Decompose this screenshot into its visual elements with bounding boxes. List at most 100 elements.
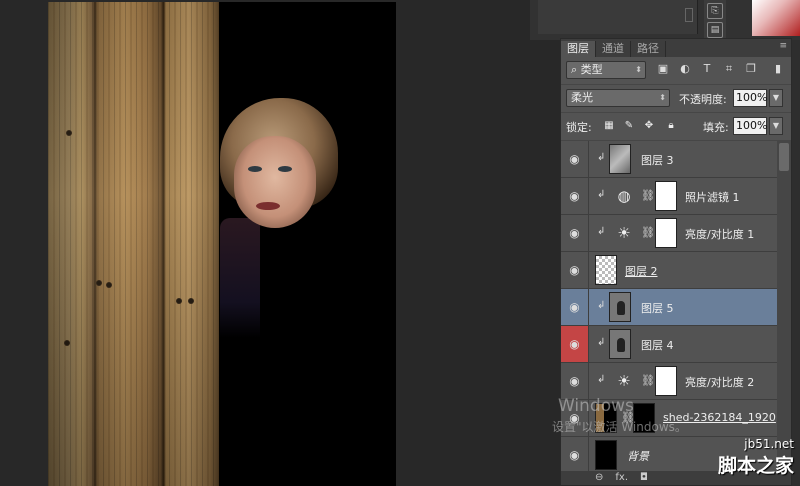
visibility-eye-icon[interactable]: ◉ bbox=[561, 326, 589, 362]
link-chain-icon[interactable]: ⛓ bbox=[641, 374, 655, 387]
filter-kind-value: 类型 bbox=[580, 63, 603, 76]
color-picker[interactable] bbox=[752, 0, 800, 36]
nail-hole bbox=[176, 298, 182, 304]
link-chain-icon[interactable]: ⛓ bbox=[641, 226, 655, 239]
image-filter-icon[interactable]: ▣ bbox=[656, 62, 670, 76]
visibility-eye-icon[interactable]: ◉ bbox=[561, 215, 589, 251]
link-chain-icon[interactable]: ⛓ bbox=[641, 189, 655, 202]
visibility-eye-icon[interactable]: ◉ bbox=[561, 437, 589, 471]
layer-row[interactable]: ◉ ↲ ☀ ⛓ 亮度/对比度 2 bbox=[561, 363, 777, 400]
brightness-contrast-adjustment-icon: ☀ bbox=[613, 366, 635, 396]
child-body bbox=[220, 218, 260, 338]
child-peeking-image bbox=[220, 98, 340, 338]
lock-label: 锁定: bbox=[566, 121, 592, 134]
document-canvas[interactable] bbox=[48, 2, 396, 486]
visibility-eye-icon[interactable]: ◉ bbox=[561, 141, 589, 177]
lock-paint-icon[interactable]: ✎ bbox=[623, 120, 635, 132]
layers-panel: 图层 通道 路径 ≡ ⌕ 类型 ⬍ ▣ ◐ T ⌗ ❐ ▮ 柔光 ⬍ 不透明度:… bbox=[560, 38, 792, 486]
properties-icon[interactable]: ▤ bbox=[707, 22, 723, 38]
fill-input[interactable]: 100% bbox=[733, 117, 767, 135]
lock-row: 锁定: ▦ ✎ ✥ 🔒︎ 填充: 100% ▼ bbox=[561, 113, 791, 141]
layer-thumbnail bbox=[595, 440, 617, 470]
tab-channels[interactable]: 通道 bbox=[596, 41, 631, 57]
search-icon: ⌕ bbox=[571, 63, 578, 76]
layer-mask-thumbnail[interactable] bbox=[633, 403, 655, 433]
layer-name[interactable]: 图层 4 bbox=[641, 337, 674, 353]
layer-thumbnail bbox=[595, 403, 617, 433]
link-icon[interactable]: ⊖ bbox=[595, 471, 603, 485]
layer-row[interactable]: ◉ ↲ ☀ ⛓ 亮度/对比度 1 bbox=[561, 215, 777, 252]
layer-name[interactable]: 图层 2 bbox=[625, 263, 658, 279]
filter-row: ⌕ 类型 ⬍ ▣ ◐ T ⌗ ❐ ▮ bbox=[561, 57, 791, 85]
tab-layers[interactable]: 图层 bbox=[561, 41, 596, 57]
clipping-arrow-icon: ↲ bbox=[597, 300, 606, 311]
layer-mask-thumbnail[interactable] bbox=[655, 181, 677, 211]
layer-row[interactable]: ◉ ⛓ shed-2362184_1920 bbox=[561, 400, 777, 437]
visibility-eye-icon[interactable]: ◉ bbox=[561, 252, 589, 288]
photo-filter-adjustment-icon: ◍ bbox=[613, 181, 635, 211]
lock-move-icon[interactable]: ✥ bbox=[643, 120, 655, 132]
layer-name[interactable]: 图层 3 bbox=[641, 152, 674, 168]
panel-menu-icon[interactable]: ≡ bbox=[779, 41, 787, 51]
clipping-arrow-icon: ↲ bbox=[597, 337, 606, 348]
chevron-updown-icon: ⬍ bbox=[635, 65, 642, 74]
lock-all-icon[interactable]: 🔒︎ bbox=[665, 120, 677, 132]
chevron-updown-icon: ⬍ bbox=[659, 93, 666, 102]
visibility-eye-icon[interactable]: ◉ bbox=[561, 289, 589, 325]
layer-name[interactable]: shed-2362184_1920 bbox=[663, 411, 776, 424]
opacity-label: 不透明度: bbox=[679, 93, 727, 106]
layer-name[interactable]: 照片滤镜 1 bbox=[685, 189, 740, 205]
layer-name[interactable]: 图层 5 bbox=[641, 300, 674, 316]
layer-mask-thumbnail[interactable] bbox=[655, 218, 677, 248]
filter-kind-select[interactable]: ⌕ 类型 ⬍ bbox=[566, 61, 646, 79]
visibility-eye-icon[interactable]: ◉ bbox=[561, 400, 589, 436]
visibility-eye-icon[interactable]: ◉ bbox=[561, 178, 589, 214]
layer-mask-thumbnail[interactable] bbox=[655, 366, 677, 396]
layer-row[interactable]: ◉ ↲ 图层 4 bbox=[561, 326, 777, 363]
adjustment-filter-icon[interactable]: ◐ bbox=[678, 62, 692, 76]
layer-thumbnail bbox=[609, 292, 631, 322]
brightness-contrast-adjustment-icon: ☀ bbox=[613, 218, 635, 248]
layer-name[interactable]: 亮度/对比度 2 bbox=[685, 374, 754, 390]
watermark-name: 脚本之家 bbox=[717, 455, 794, 477]
opacity-input[interactable]: 100% bbox=[733, 89, 767, 107]
child-face bbox=[234, 136, 316, 228]
layer-list: ◉ ↲ 图层 3 ◉ ↲ ◍ ⛓ 照片滤镜 1 ◉ ↲ ☀ ⛓ 亮度/对比度 1… bbox=[561, 141, 777, 471]
clipping-arrow-icon: ↲ bbox=[597, 189, 606, 200]
mask-icon[interactable]: ◘ bbox=[640, 471, 648, 485]
visibility-eye-icon[interactable]: ◉ bbox=[561, 363, 589, 399]
opacity-dropdown-icon[interactable]: ▼ bbox=[769, 89, 783, 107]
tab-paths[interactable]: 路径 bbox=[631, 41, 666, 57]
history-icon[interactable]: ⎘ bbox=[707, 3, 723, 19]
site-watermark: jb51.net 脚本之家 bbox=[718, 437, 794, 478]
shape-filter-icon[interactable]: ⌗ bbox=[722, 62, 736, 76]
layer-row[interactable]: ◉ ↲ ◍ ⛓ 照片滤镜 1 bbox=[561, 178, 777, 215]
canvas-workspace[interactable] bbox=[0, 0, 560, 486]
scrollbar[interactable] bbox=[685, 8, 693, 22]
filter-toggle-icon[interactable]: ▮ bbox=[771, 62, 785, 76]
layer-row[interactable]: ◉ 图层 2 bbox=[561, 252, 777, 289]
layers-scrollbar[interactable] bbox=[777, 141, 791, 471]
child-eye bbox=[248, 166, 262, 172]
layer-name[interactable]: 亮度/对比度 1 bbox=[685, 226, 754, 242]
nail-hole bbox=[188, 298, 194, 304]
blend-row: 柔光 ⬍ 不透明度: 100% ▼ bbox=[561, 85, 791, 113]
smart-object-filter-icon[interactable]: ❐ bbox=[744, 62, 758, 76]
scrollbar-thumb[interactable] bbox=[779, 143, 789, 171]
lock-transparent-icon[interactable]: ▦ bbox=[603, 120, 615, 132]
panel-tabs: 图层 通道 路径 ≡ bbox=[561, 39, 791, 57]
type-filter-icon[interactable]: T bbox=[700, 62, 714, 76]
layer-name[interactable]: 背景 bbox=[627, 448, 649, 464]
fill-label: 填充: bbox=[703, 121, 729, 134]
nail-hole bbox=[96, 280, 102, 286]
nail-hole bbox=[66, 130, 72, 136]
layer-row[interactable]: ◉ ↲ 图层 3 bbox=[561, 141, 777, 178]
clipping-arrow-icon: ↲ bbox=[597, 226, 606, 237]
fill-dropdown-icon[interactable]: ▼ bbox=[769, 117, 783, 135]
layer-thumbnail bbox=[609, 144, 631, 174]
child-mouth bbox=[256, 202, 280, 210]
layer-thumbnail bbox=[595, 255, 617, 285]
fx-icon[interactable]: fx. bbox=[615, 471, 628, 485]
blend-mode-select[interactable]: 柔光 ⬍ bbox=[566, 89, 670, 107]
layer-row-selected[interactable]: ◉ ↲ 图层 5 bbox=[561, 289, 777, 326]
